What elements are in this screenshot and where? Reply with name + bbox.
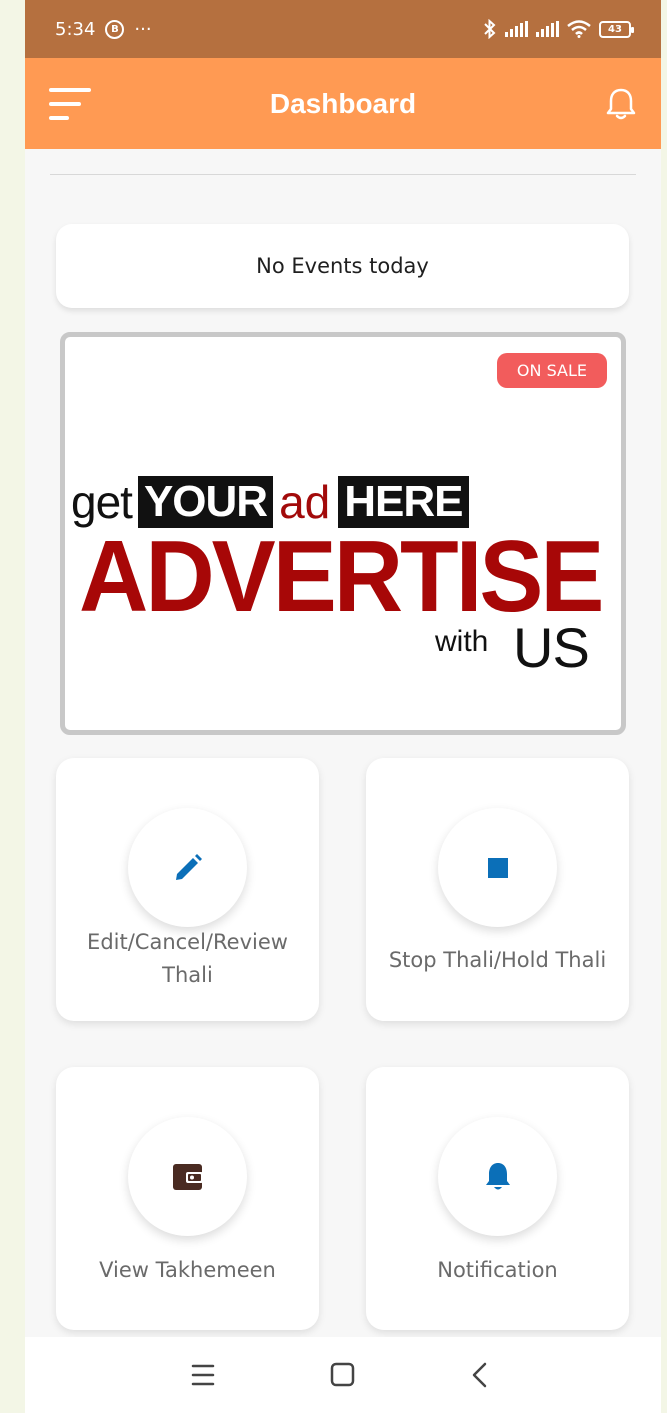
edit-icon-circle (128, 808, 247, 927)
events-message: No Events today (256, 254, 429, 278)
menu-nav-icon[interactable] (183, 1359, 223, 1391)
notification-bell-icon[interactable] (605, 86, 637, 122)
ad-banner[interactable]: ON SALE get YOUR ad HERE ADVERTISE with … (60, 332, 626, 735)
system-nav-bar (25, 1337, 661, 1413)
bell-icon-circle (438, 1117, 557, 1236)
bluetooth-icon (484, 19, 496, 39)
home-nav-icon[interactable] (323, 1359, 363, 1391)
ad-text-with: with (435, 625, 489, 658)
tile-label: View Takhemeen (99, 1258, 276, 1282)
status-time: 5:34 (55, 18, 96, 40)
wallet-icon-circle (128, 1117, 247, 1236)
app-bar: Dashboard (25, 58, 661, 149)
tile-label: Edit/Cancel/Review Thali (87, 930, 288, 987)
divider (50, 174, 636, 175)
battery-icon: 43 (599, 20, 634, 38)
stop-icon (487, 857, 508, 878)
menu-icon[interactable] (49, 88, 93, 122)
pencil-icon (175, 853, 202, 880)
page-title: Dashboard (269, 87, 417, 119)
view-takhemeen-tile[interactable]: View Takhemeen (56, 1067, 319, 1330)
stop-thali-tile[interactable]: Stop Thali/Hold Thali (366, 758, 629, 1021)
back-nav-icon[interactable] (461, 1359, 501, 1391)
signal-icon (505, 21, 528, 37)
bell-icon (485, 1162, 510, 1189)
ad-text-us: US (513, 616, 590, 679)
wifi-icon (567, 20, 591, 38)
edit-thali-tile[interactable]: Edit/Cancel/Review Thali (56, 758, 319, 1021)
more-notifications-icon: ··· (134, 18, 152, 40)
events-card: No Events today (56, 224, 629, 308)
phone-screen: 5:34 B ··· 43 Dashboard No Events today … (25, 0, 661, 1413)
notification-tile[interactable]: Notification (366, 1067, 629, 1330)
tile-label: Notification (437, 1258, 558, 1282)
stop-icon-circle (438, 808, 557, 927)
status-left: 5:34 B ··· (55, 19, 152, 40)
tile-label: Stop Thali/Hold Thali (388, 948, 607, 972)
status-right: 43 (483, 19, 634, 39)
status-bar: 5:34 B ··· 43 (25, 0, 661, 58)
on-sale-badge: ON SALE (496, 353, 607, 388)
signal-icon (536, 21, 559, 37)
wallet-icon (172, 1163, 203, 1190)
b-app-icon: B (105, 19, 125, 39)
